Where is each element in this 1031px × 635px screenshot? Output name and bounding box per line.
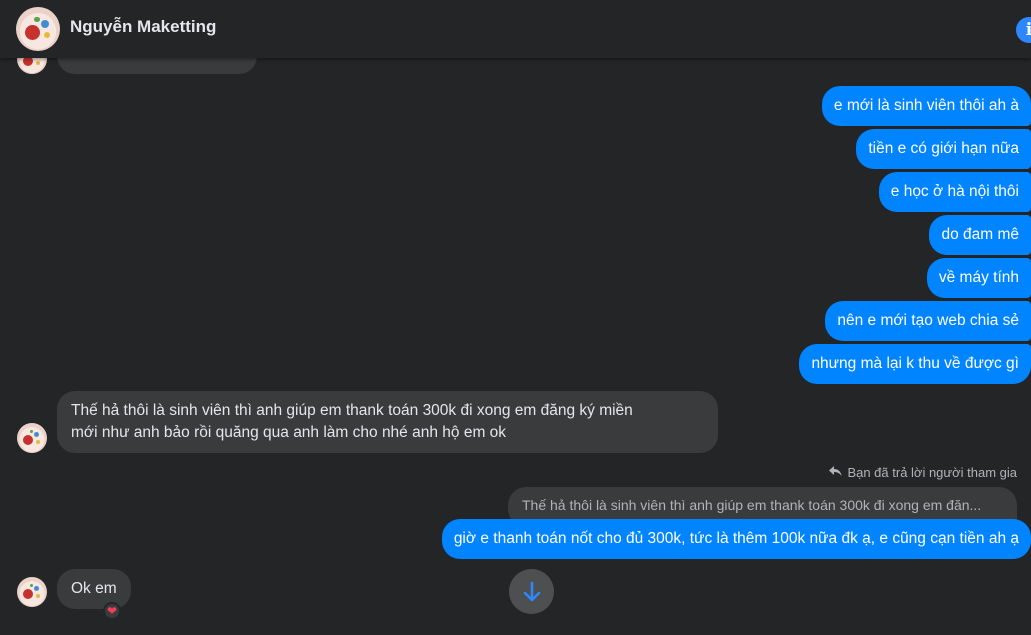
- outgoing-message[interactable]: do đam mê: [929, 215, 1031, 255]
- contact-avatar-small: [17, 423, 47, 453]
- arrow-down-icon: [523, 581, 540, 601]
- outgoing-message[interactable]: về máy tính: [926, 258, 1031, 298]
- outgoing-message[interactable]: tiền e có giới hạn nữa: [856, 129, 1031, 169]
- contact-avatar-small: [17, 577, 47, 607]
- reply-label-text: Bạn đã trả lời người tham gia: [847, 465, 1017, 480]
- conversation-header: Nguyễn Maketting i: [0, 0, 1031, 58]
- reply-arrow-icon: [829, 465, 842, 480]
- incoming-message[interactable]: Ok em: [57, 569, 131, 609]
- incoming-message-line: Thế hả thôi là sinh viên thì anh giúp em…: [71, 402, 633, 419]
- outgoing-message[interactable]: nên e mới tạo web chia sẻ: [825, 301, 1031, 341]
- scroll-down-button[interactable]: [509, 569, 554, 614]
- contact-name[interactable]: Nguyễn Maketting: [70, 17, 216, 37]
- incoming-message[interactable]: Thế hả thôi là sinh viên thì anh giúp em…: [57, 391, 718, 453]
- reply-label: Bạn đã trả lời người tham gia: [829, 465, 1017, 480]
- heart-reaction-icon[interactable]: ❤: [103, 602, 121, 620]
- outgoing-message[interactable]: e mới là sinh viên thôi ah à: [821, 86, 1031, 126]
- incoming-message-line: mới như anh bảo rồi quăng qua anh làm ch…: [71, 424, 507, 441]
- reply-message[interactable]: giờ e thanh toán nốt cho đủ 300k, tức là…: [441, 519, 1031, 559]
- contact-avatar[interactable]: [16, 7, 60, 51]
- outgoing-message[interactable]: nhưng mà lại k thu về được gì: [799, 344, 1031, 384]
- outgoing-message[interactable]: e học ở hà nội thôi: [878, 172, 1031, 212]
- info-icon[interactable]: i: [1016, 17, 1031, 43]
